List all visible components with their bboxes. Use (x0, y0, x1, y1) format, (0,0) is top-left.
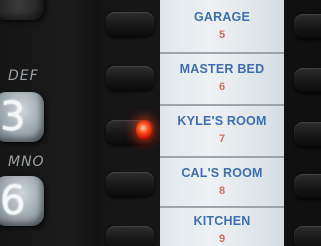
keypad-key-partial[interactable] (0, 0, 44, 20)
zone-name: CAL'S ROOM (181, 166, 263, 180)
zone-label-strip: GARAGE 5 MASTER BED 6 KYLE'S ROOM 7 CAL'… (160, 0, 284, 246)
zone-name: MASTER BED (179, 62, 265, 76)
zone-number: 5 (218, 29, 226, 41)
zone-number: 6 (218, 81, 226, 93)
zone-number: 9 (218, 233, 226, 245)
key-3-letters: DEF (8, 68, 39, 84)
label-divider (160, 206, 284, 208)
key-6-digit: 6 (0, 178, 26, 224)
status-led-indicator (136, 120, 152, 140)
rocker-button-right-1[interactable] (294, 14, 321, 38)
rocker-button-right-4[interactable] (294, 174, 321, 198)
rocker-button-master-bed[interactable] (106, 66, 154, 90)
zone-label-kitchen: KITCHEN 9 (160, 214, 284, 245)
rocker-button-right-5[interactable] (294, 226, 321, 246)
zone-number: 8 (218, 185, 226, 197)
label-divider (160, 52, 284, 54)
zone-name: GARAGE (193, 10, 251, 24)
zone-name: KYLE'S ROOM (177, 114, 267, 128)
zone-label-master-bed: MASTER BED 6 (160, 62, 284, 93)
rocker-button-garage[interactable] (106, 12, 154, 36)
zone-label-kyles-room: KYLE'S ROOM 7 (160, 114, 284, 145)
zone-number: 7 (218, 133, 226, 145)
zone-name: KITCHEN (193, 214, 251, 228)
key-6[interactable]: 6 (0, 176, 44, 226)
key-3[interactable]: 3 (0, 92, 44, 142)
label-divider (160, 156, 284, 158)
rocker-button-right-3[interactable] (294, 122, 321, 146)
keypad-photo: DEF 3 MNO 6 GARAGE 5 MASTER BED 6 KYLE'S… (0, 0, 321, 246)
rocker-button-kitchen[interactable] (106, 226, 154, 246)
key-6-letters: MNO (8, 154, 45, 170)
key-3-digit: 3 (0, 94, 26, 140)
zone-label-cals-room: CAL'S ROOM 8 (160, 166, 284, 197)
rocker-button-cals-room[interactable] (106, 172, 154, 196)
numeric-keypad: DEF 3 MNO 6 (0, 0, 100, 246)
zone-label-garage: GARAGE 5 (160, 10, 284, 41)
rocker-button-right-2[interactable] (294, 68, 321, 92)
label-divider (160, 104, 284, 106)
